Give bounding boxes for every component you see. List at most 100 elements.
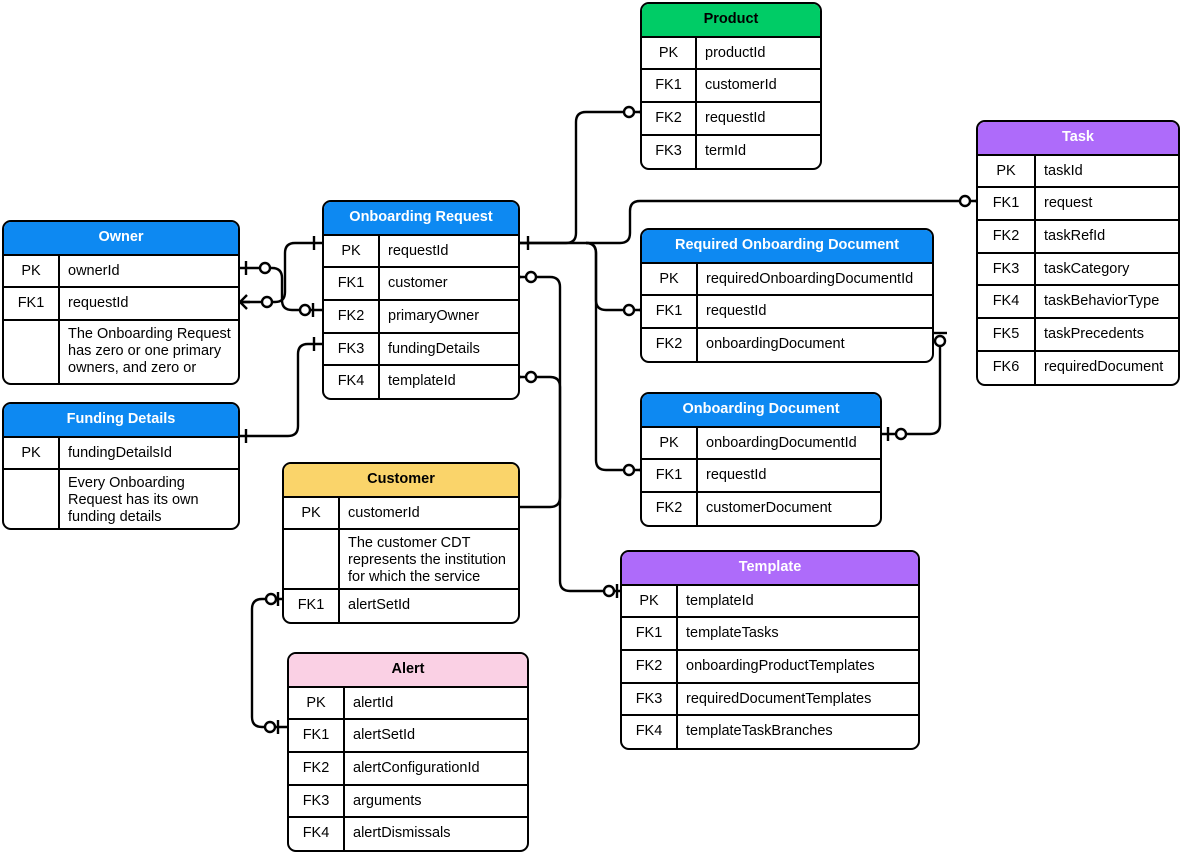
- table-row: FK2 alertConfigurationId: [289, 752, 527, 786]
- row-key: PK: [284, 497, 340, 529]
- row-field: termId: [705, 142, 747, 159]
- row-key: PK: [642, 427, 698, 459]
- entity-alert-rows: PK alertId FK1 alertSetId FK2 alertConfi…: [289, 687, 527, 851]
- table-row: FK1 templateTasks: [622, 618, 918, 651]
- entity-template-title: Template: [622, 552, 918, 586]
- row-key: FK1: [978, 188, 1036, 219]
- entity-onboarding-document-rows: PK onboardingDocumentId FK1 requestId FK…: [642, 427, 880, 525]
- entity-task-rows: PK taskId FK1 request FK2 taskRefId FK3 …: [978, 155, 1178, 384]
- row-field: fundingDetailsId: [68, 444, 172, 461]
- table-row: FK3 termId: [642, 135, 820, 168]
- connector-fundingdetails-onboardingrequest: [240, 337, 322, 443]
- entity-onboarding-document[interactable]: Onboarding Document PK onboardingDocumen…: [640, 392, 882, 527]
- table-row: FK4 templateTaskBranches: [622, 716, 918, 749]
- table-row: FK3 taskCategory: [978, 253, 1178, 287]
- table-row: PK onboardingDocumentId: [642, 427, 880, 461]
- entity-template[interactable]: Template PK templateId FK1 templateTasks…: [620, 550, 920, 751]
- row-field: requiredDocument: [1044, 358, 1164, 375]
- row-key: PK: [289, 687, 345, 719]
- row-field: requestId: [706, 467, 767, 484]
- entity-required-onboarding-document-rows: PK requiredOnboardingDocumentId FK1 requ…: [642, 263, 932, 361]
- row-key: [284, 530, 340, 589]
- row-key: FK1: [289, 720, 345, 751]
- table-row: FK3 fundingDetails: [324, 333, 518, 367]
- row-key: PK: [4, 437, 60, 469]
- row-field: alertSetId: [353, 727, 416, 744]
- entity-customer-title: Customer: [284, 464, 518, 498]
- entity-funding-details-rows: PK fundingDetailsId Every Onboarding Req…: [4, 437, 238, 529]
- row-key: FK5: [978, 318, 1036, 350]
- table-row: FK5 taskPrecedents: [978, 318, 1178, 352]
- row-key: FK2: [324, 300, 380, 332]
- row-field: taskRefId: [1044, 227, 1106, 244]
- row-key: PK: [642, 37, 697, 69]
- row-key: PK: [622, 585, 678, 617]
- table-row: FK2 onboardingProductTemplates: [622, 650, 918, 684]
- row-field: primaryOwner: [388, 307, 480, 324]
- row-key: FK2: [289, 752, 345, 784]
- table-row: FK1 alertSetId: [284, 590, 518, 623]
- row-field: requestId: [706, 303, 767, 320]
- table-row: FK1 requestId: [642, 296, 932, 329]
- row-key: PK: [324, 235, 380, 267]
- row-field: alertId: [353, 694, 394, 711]
- connector-onboardingrequest-template: [510, 369, 620, 598]
- row-field: requiredDocumentTemplates: [686, 690, 872, 707]
- entity-alert[interactable]: Alert PK alertId FK1 alertSetId FK2 aler…: [287, 652, 529, 853]
- entity-funding-details[interactable]: Funding Details PK fundingDetailsId Ever…: [2, 402, 240, 531]
- row-field: onboardingProductTemplates: [686, 657, 875, 674]
- row-key: FK3: [622, 683, 678, 715]
- row-key: FK2: [642, 328, 698, 361]
- table-row: FK2 taskRefId: [978, 220, 1178, 254]
- row-field: customer: [388, 275, 448, 292]
- row-field: productId: [705, 44, 766, 61]
- row-key: FK4: [289, 818, 345, 851]
- entity-product[interactable]: Product PK productId FK1 customerId FK2 …: [640, 2, 822, 170]
- row-field: requiredOnboardingDocumentId: [706, 270, 914, 287]
- entity-task-title: Task: [978, 122, 1178, 156]
- entity-required-onboarding-document[interactable]: Required Onboarding Document PK required…: [640, 228, 934, 363]
- table-row: FK2 customerDocument: [642, 492, 880, 525]
- row-field: onboardingDocument: [706, 335, 845, 352]
- row-field: templateTasks: [686, 625, 779, 642]
- row-key: FK2: [642, 102, 697, 134]
- row-key: FK1: [4, 288, 60, 319]
- row-key: FK4: [978, 286, 1036, 317]
- row-field: requestId: [68, 295, 129, 312]
- row-field: onboardingDocumentId: [706, 434, 857, 451]
- entity-product-rows: PK productId FK1 customerId FK2 requestI…: [642, 37, 820, 168]
- entity-note: The customer CDT represents the institut…: [348, 535, 506, 586]
- entity-owner-title: Owner: [4, 222, 238, 256]
- row-key: PK: [642, 263, 698, 295]
- row-key: [4, 470, 60, 529]
- entity-alert-title: Alert: [289, 654, 527, 688]
- row-key: FK1: [642, 460, 698, 491]
- row-field: taskId: [1044, 162, 1083, 179]
- table-row-note: The customer CDT represents the institut…: [284, 530, 518, 591]
- table-row: FK3 requiredDocumentTemplates: [622, 683, 918, 717]
- row-key: FK3: [978, 253, 1036, 285]
- entity-owner[interactable]: Owner PK ownerId FK1 requestId The Onboa…: [2, 220, 240, 385]
- entity-onboarding-request[interactable]: Onboarding Request PK requestId FK1 cust…: [322, 200, 520, 401]
- entity-task[interactable]: Task PK taskId FK1 request FK2 taskRefId…: [976, 120, 1180, 386]
- entity-template-rows: PK templateId FK1 templateTasks FK2 onbo…: [622, 585, 918, 749]
- row-key: FK3: [642, 135, 697, 168]
- row-key: FK3: [324, 333, 380, 365]
- row-field: customerId: [705, 77, 777, 94]
- row-field: requestId: [388, 242, 449, 259]
- entity-product-title: Product: [642, 4, 820, 38]
- table-row: FK6 requiredDocument: [978, 351, 1178, 384]
- table-row: FK1 requestId: [4, 288, 238, 321]
- table-row: PK productId: [642, 37, 820, 71]
- table-row: PK customerId: [284, 497, 518, 531]
- row-key: FK1: [622, 618, 678, 649]
- row-field: alertConfigurationId: [353, 759, 480, 776]
- table-row: FK4 alertDismissals: [289, 818, 527, 851]
- entity-note: Every Onboarding Request has its own fun…: [68, 475, 199, 526]
- row-key: PK: [978, 155, 1036, 187]
- row-field: arguments: [353, 792, 422, 809]
- entity-required-onboarding-document-title: Required Onboarding Document: [642, 230, 932, 264]
- row-field: templateId: [686, 592, 754, 609]
- row-key: FK2: [978, 220, 1036, 252]
- entity-customer[interactable]: Customer PK customerId The customer CDT …: [282, 462, 520, 625]
